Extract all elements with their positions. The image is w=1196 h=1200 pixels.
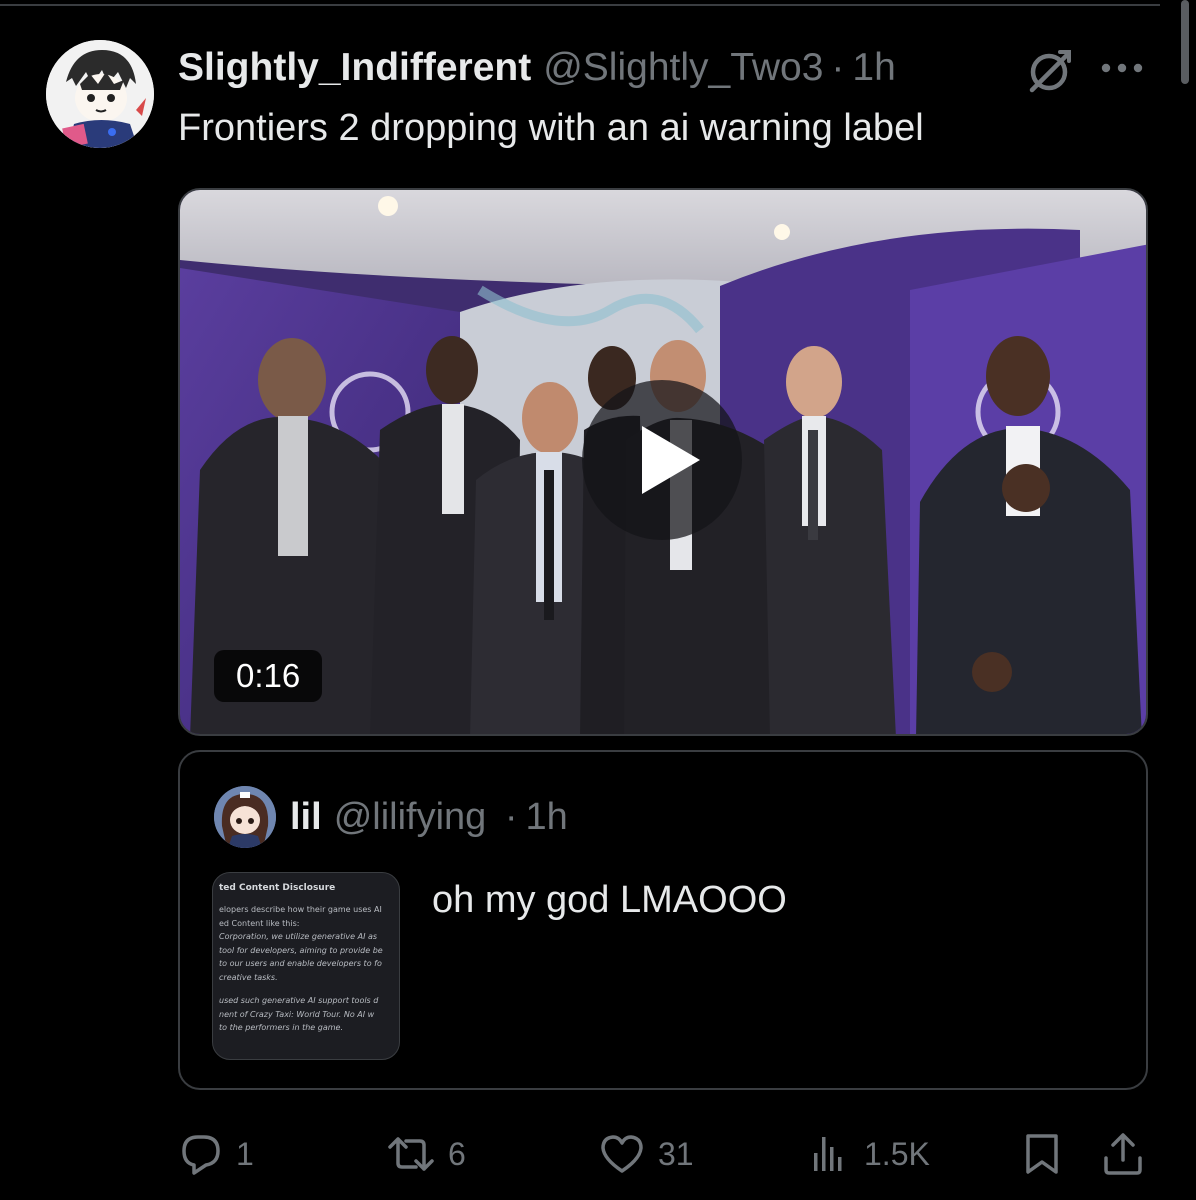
reply-icon (182, 1135, 220, 1175)
video-player[interactable]: 0:16 (178, 188, 1148, 736)
more-icon[interactable] (1100, 58, 1144, 78)
bookmark-icon (1026, 1134, 1058, 1174)
thumb-gap (219, 984, 399, 994)
thumb-title: ted Content Disclosure (219, 883, 336, 893)
like-count: 31 (658, 1135, 694, 1172)
thumb-line: elopers describe how their game uses AI (219, 905, 382, 914)
views-button[interactable]: 1.5K (808, 1124, 930, 1184)
share-icon (1104, 1133, 1142, 1175)
thumb-line: tool for developers, aiming to provide b… (219, 945, 383, 955)
repost-count: 6 (448, 1135, 466, 1172)
reply-count: 1 (236, 1135, 254, 1172)
like-button[interactable]: 31 (598, 1124, 694, 1184)
play-button[interactable] (582, 380, 742, 540)
share-button[interactable] (1100, 1124, 1146, 1184)
top-divider (0, 4, 1160, 6)
thumb-line: used such generative AI support tools d (219, 996, 379, 1005)
repost-icon (388, 1137, 434, 1171)
quoted-author-avatar[interactable] (214, 786, 276, 848)
quoted-separator-dot: · (504, 796, 518, 838)
avatar-illustration (46, 40, 154, 148)
quoted-image-thumbnail[interactable]: ted Content Disclosure elopers describe … (212, 872, 400, 1060)
scrollbar[interactable] (1181, 0, 1189, 84)
quoted-avatar-illustration (214, 786, 276, 848)
views-count: 1.5K (864, 1135, 930, 1172)
like-icon (601, 1135, 643, 1173)
author-handle[interactable]: @Slightly_Two3 (543, 44, 823, 92)
quoted-handle[interactable]: @lilifying (334, 796, 487, 838)
grok-icon[interactable] (1024, 46, 1074, 96)
quoted-post[interactable]: lil @lilifying · 1h ted Content Disclosure… (178, 750, 1148, 1090)
views-icon (814, 1137, 842, 1171)
reply-button[interactable]: 1 (178, 1124, 254, 1184)
thumb-line: ed Content like this: (219, 918, 300, 928)
quoted-timestamp[interactable]: 1h (526, 796, 568, 838)
quoted-post-header: lil @lilifying · 1h (290, 792, 568, 842)
bookmark-button[interactable] (1020, 1124, 1064, 1184)
post-timestamp[interactable]: 1h (852, 44, 895, 92)
thumb-line: Corporation, we utilize generative AI as (219, 932, 378, 941)
thumb-line: to our users and enable developers to fo (219, 959, 382, 968)
play-icon (642, 426, 700, 494)
thumb-line: creative tasks. (219, 972, 278, 982)
action-bar: 1 6 31 1.5K (0, 1124, 1196, 1184)
repost-button[interactable]: 6 (386, 1124, 466, 1184)
post-text: Frontiers 2 dropping with an ai warning … (178, 107, 924, 149)
quoted-post-text: oh my god LMAOOO (432, 879, 787, 921)
video-duration-badge: 0:16 (214, 650, 323, 702)
separator-dot: · (831, 46, 845, 89)
post-header: Slightly_Indifferent @Slightly_Two3 · 1h (178, 44, 896, 92)
quoted-display-name[interactable]: lil (290, 796, 322, 838)
author-avatar[interactable] (46, 40, 154, 148)
thumb-line: nent of Crazy Taxi: World Tour. No AI w (219, 1009, 375, 1019)
thumb-line: to the performers in the game. (219, 1023, 343, 1032)
author-display-name[interactable]: Slightly_Indifferent (178, 44, 531, 92)
